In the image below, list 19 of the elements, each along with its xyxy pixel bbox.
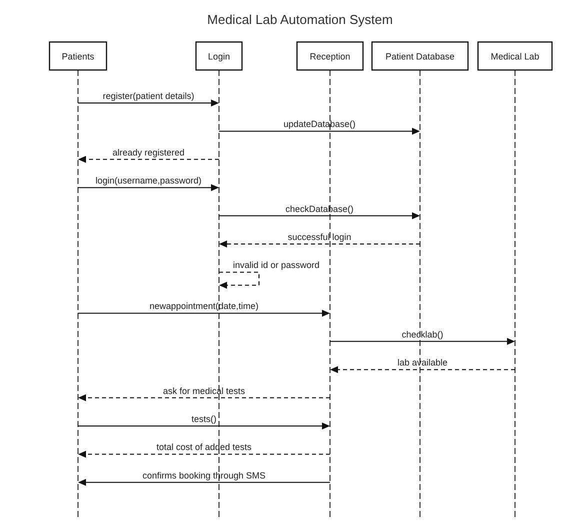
diagram-title: Medical Lab Automation System bbox=[207, 12, 393, 27]
participant-box: Patient Database bbox=[371, 41, 469, 71]
participant-box: Reception bbox=[296, 41, 364, 71]
message-label: successful login bbox=[288, 232, 352, 242]
message-label: tests() bbox=[192, 414, 216, 424]
message-label: ask for medical tests bbox=[162, 386, 246, 396]
message-label: invalid id or password bbox=[233, 260, 320, 270]
message-label: updateDatabase() bbox=[283, 119, 356, 130]
message-label: lab available bbox=[397, 358, 448, 368]
message-label: confirms booking through SMS bbox=[142, 470, 266, 480]
participant-box: Medical Lab bbox=[477, 41, 553, 71]
message-label: already registered bbox=[112, 147, 185, 158]
participant-box: Login bbox=[195, 41, 243, 71]
message-label: login(username,password) bbox=[95, 176, 202, 186]
message-label: checkDatabase() bbox=[285, 204, 354, 214]
message-label: total cost of added tests bbox=[156, 442, 252, 452]
participant-box: Patients bbox=[48, 41, 108, 71]
message-label: register(patient details) bbox=[102, 91, 194, 101]
self-message-arrow bbox=[218, 272, 260, 289]
